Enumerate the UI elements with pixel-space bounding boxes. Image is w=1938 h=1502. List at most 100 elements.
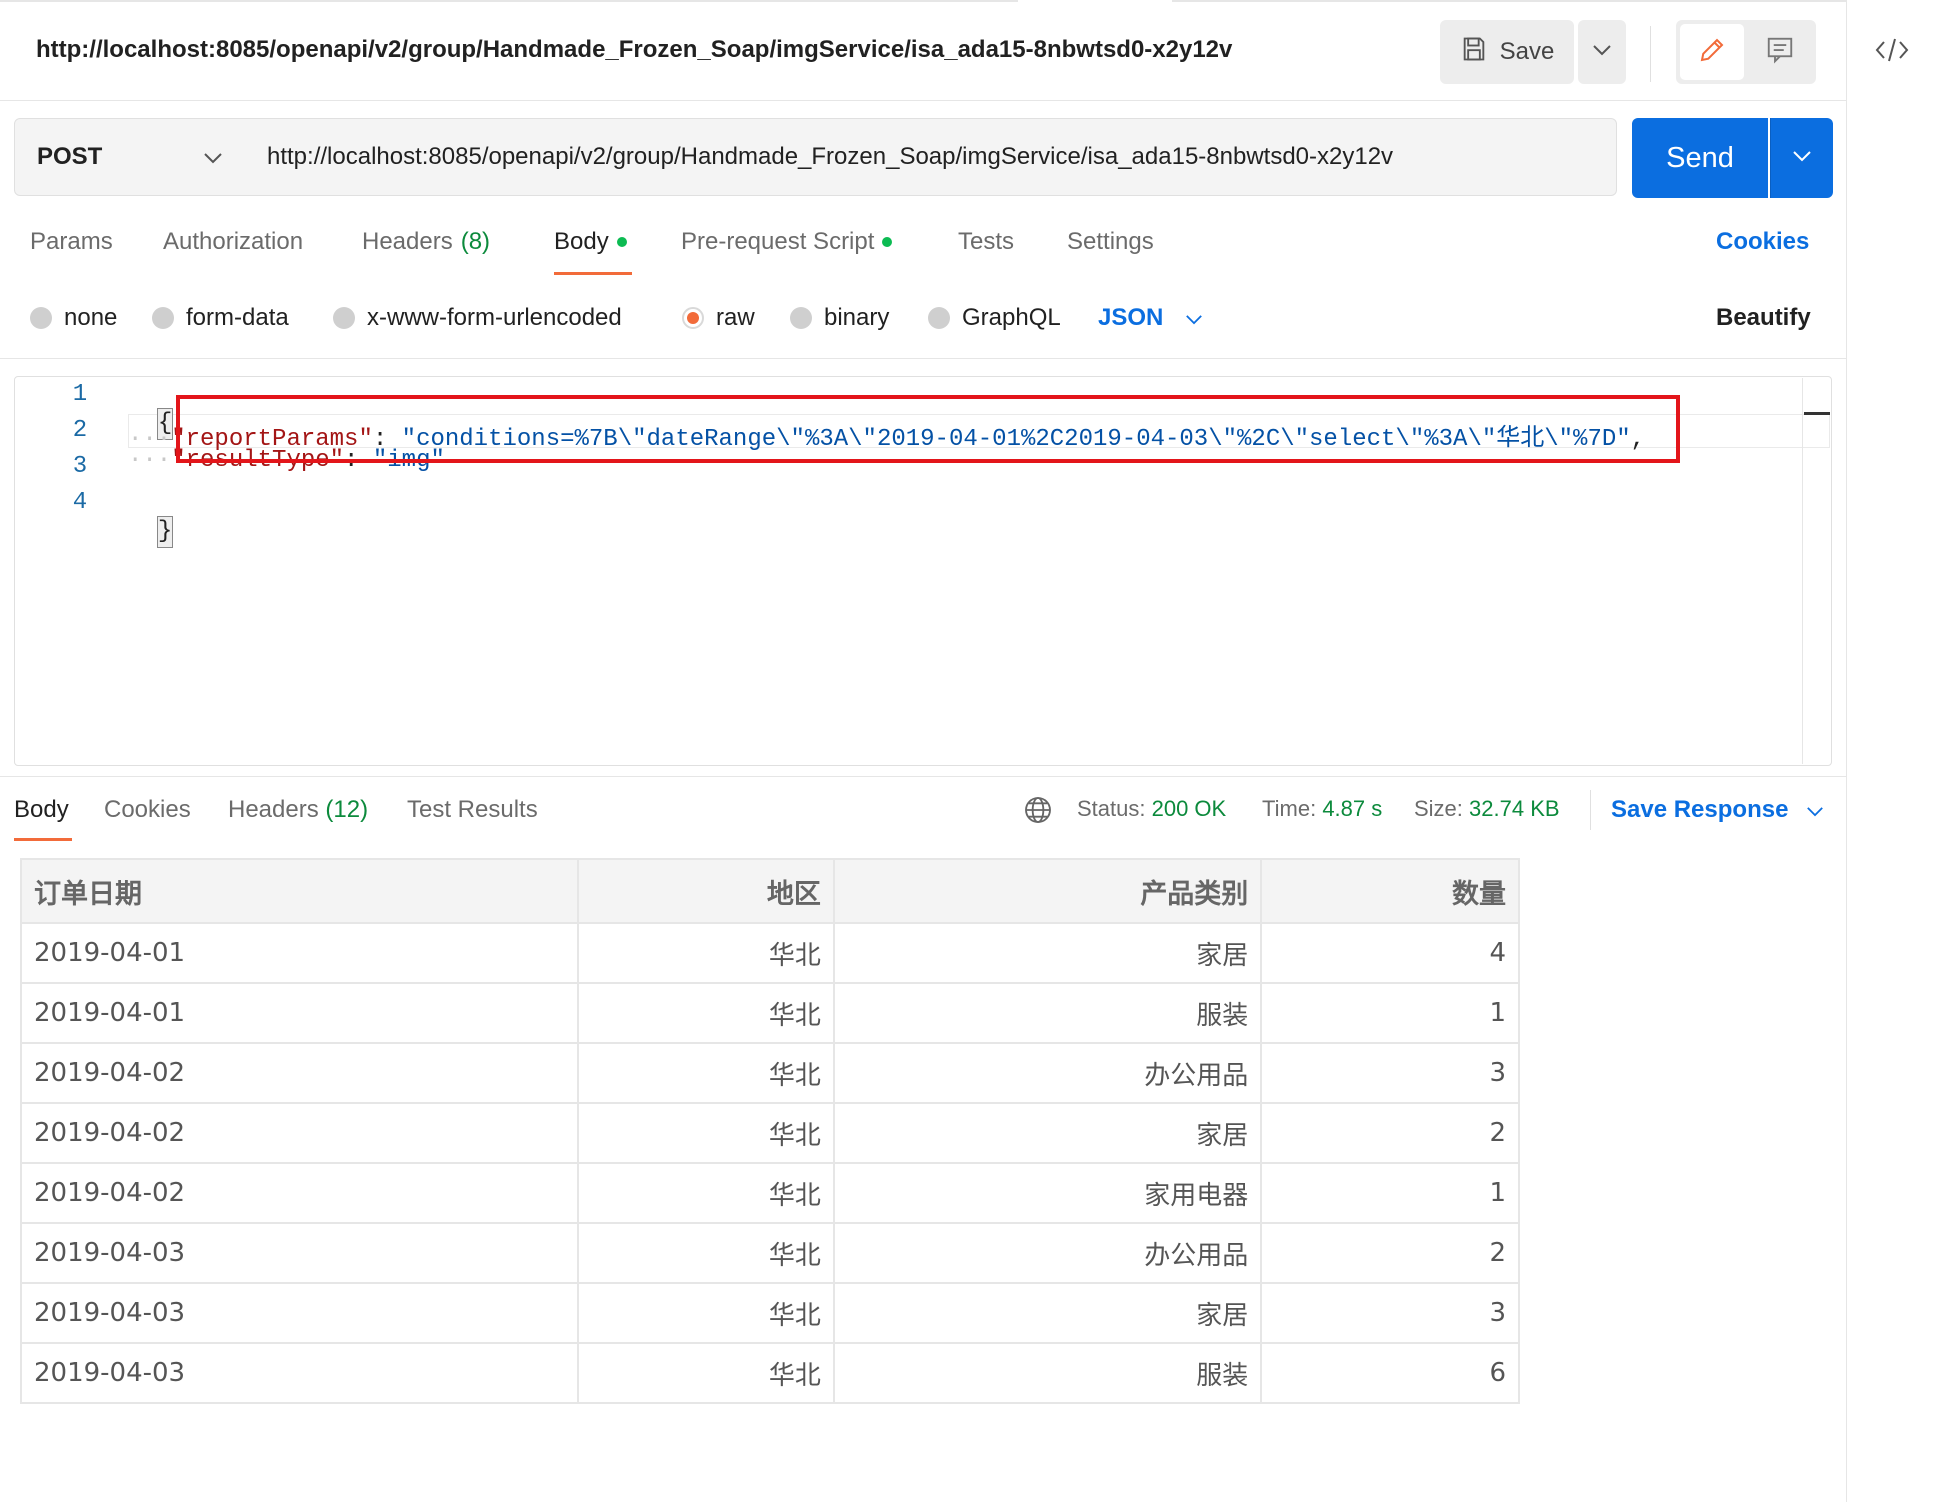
table-row: 2019-04-03 华北 服装 6 (19, 1342, 1520, 1404)
body-type-urlencoded[interactable]: x-www-form-urlencoded (333, 300, 622, 336)
time-value: 4.87 s (1322, 796, 1383, 821)
table-cell: 华北 (577, 1162, 835, 1224)
tab-params[interactable]: Params (30, 228, 113, 256)
send-options-button[interactable] (1770, 118, 1833, 198)
body-type-none[interactable]: none (30, 300, 117, 336)
toolbar-divider (1650, 26, 1651, 82)
body-format-select[interactable]: JSON (1098, 300, 1203, 336)
table-cell: 服装 (832, 982, 1263, 1044)
status-label: Status: (1077, 796, 1146, 821)
radio-selected-icon (682, 307, 704, 329)
chevron-down-icon (1185, 304, 1203, 332)
response-size: Size: 32.74 KB (1414, 796, 1560, 822)
tab-headers[interactable]: Headers (8) (362, 228, 490, 256)
table-cell: 2019-04-03 (19, 1282, 580, 1344)
save-button[interactable]: Save (1440, 20, 1574, 84)
table-cell: 2019-04-02 (19, 1162, 580, 1224)
table-row: 2019-04-02 华北 办公用品 3 (19, 1042, 1520, 1104)
table-cell: 6 (1260, 1342, 1520, 1404)
code-snippet-button[interactable] (1868, 30, 1916, 74)
table-cell: 2019-04-02 (19, 1042, 580, 1104)
table-cell: 华北 (577, 1042, 835, 1104)
body-type-none-label: none (64, 304, 118, 331)
line-number: 1 (72, 381, 88, 408)
line-number: 4 (72, 489, 88, 516)
body-type-raw[interactable]: raw (682, 300, 755, 336)
table-cell: 3 (1260, 1042, 1520, 1104)
table-cell: 2 (1260, 1102, 1520, 1164)
table-cell: 家居 (832, 1282, 1263, 1344)
body-type-urlencoded-label: x-www-form-urlencoded (367, 304, 622, 331)
tab-headers-count: (8) (460, 228, 491, 255)
response-tab-body[interactable]: Body (14, 796, 69, 824)
table-cell: 家用电器 (832, 1162, 1263, 1224)
response-tab-headers[interactable]: Headers (12) (228, 796, 368, 824)
tab-pre-request-script[interactable]: Pre-request Script (681, 228, 893, 256)
table-cell: 2019-04-01 (19, 922, 580, 984)
table-cell: 华北 (577, 1342, 835, 1404)
radio-icon (333, 307, 355, 329)
edit-mode-button[interactable] (1680, 24, 1744, 80)
body-format-label: JSON (1098, 304, 1164, 331)
comment-icon (1765, 35, 1795, 70)
line-number: 3 (72, 453, 88, 480)
modified-dot-icon (882, 237, 893, 247)
tab-body-label: Body (554, 228, 609, 255)
body-type-binary-label: binary (824, 304, 890, 331)
send-button[interactable]: Send (1632, 118, 1768, 198)
save-options-button[interactable] (1578, 20, 1626, 84)
table-cell: 2019-04-03 (19, 1342, 580, 1404)
size-label: Size: (1414, 796, 1463, 821)
table-cell: 华北 (577, 922, 835, 984)
cookies-link[interactable]: Cookies (1716, 228, 1809, 256)
tab-settings[interactable]: Settings (1067, 228, 1154, 256)
radio-icon (928, 307, 950, 329)
close-brace: } (156, 516, 174, 548)
table-row: 2019-04-01 华北 服装 1 (19, 982, 1520, 1044)
tab-tests[interactable]: Tests (958, 228, 1014, 256)
save-response-label: Save Response (1611, 796, 1789, 823)
body-type-graphql-label: GraphQL (962, 304, 1061, 331)
save-label: Save (1499, 38, 1555, 65)
table-cell: 3 (1260, 1282, 1520, 1344)
table-cell: 1 (1260, 982, 1520, 1044)
response-tab-cookies[interactable]: Cookies (104, 796, 191, 824)
table-header-row: 订单日期 地区 产品类别 数量 (19, 858, 1520, 924)
column-header: 订单日期 (19, 858, 580, 924)
table-cell: 1 (1260, 1162, 1520, 1224)
beautify-button[interactable]: Beautify (1716, 300, 1811, 336)
tab-body[interactable]: Body (554, 228, 627, 256)
table-cell: 2019-04-01 (19, 982, 580, 1044)
table-cell: 2019-04-02 (19, 1102, 580, 1164)
table-cell: 办公用品 (832, 1042, 1263, 1104)
response-active-tab-indicator (14, 838, 72, 841)
body-type-binary[interactable]: binary (790, 300, 889, 336)
status-divider (1590, 790, 1591, 830)
body-type-form-data[interactable]: form-data (152, 300, 289, 336)
comment-mode-button[interactable] (1748, 24, 1812, 80)
table-cell: 办公用品 (832, 1222, 1263, 1284)
body-type-graphql[interactable]: GraphQL (928, 300, 1061, 336)
response-tab-test-results[interactable]: Test Results (407, 796, 538, 824)
url-input[interactable] (245, 118, 1617, 196)
globe-icon[interactable] (1022, 794, 1054, 831)
table-cell: 4 (1260, 922, 1520, 984)
method-select[interactable]: POST (14, 118, 246, 196)
table-cell: 家居 (832, 922, 1263, 984)
table-cell: 2019-04-03 (19, 1222, 580, 1284)
table-row: 2019-04-01 华北 家居 4 (19, 922, 1520, 984)
time-label: Time: (1262, 796, 1317, 821)
tab-headers-label: Headers (362, 228, 453, 255)
response-status: Status: 200 OK (1077, 796, 1226, 822)
table-row: 2019-04-02 华北 家用电器 1 (19, 1162, 1520, 1224)
chevron-down-icon (1592, 43, 1612, 61)
radio-icon (790, 307, 812, 329)
response-table: 订单日期 地区 产品类别 数量 2019-04-01 华北 家居 4 2019-… (19, 858, 1520, 1404)
editor-scrollbar[interactable] (1802, 378, 1831, 764)
tab-authorization[interactable]: Authorization (163, 228, 303, 256)
chevron-down-icon (1792, 149, 1812, 167)
open-tabs-strip (0, 0, 1846, 4)
save-response-button[interactable]: Save Response (1611, 796, 1824, 824)
table-row: 2019-04-03 华北 办公用品 2 (19, 1222, 1520, 1284)
request-title[interactable]: http://localhost:8085/openapi/v2/group/H… (36, 36, 1232, 64)
